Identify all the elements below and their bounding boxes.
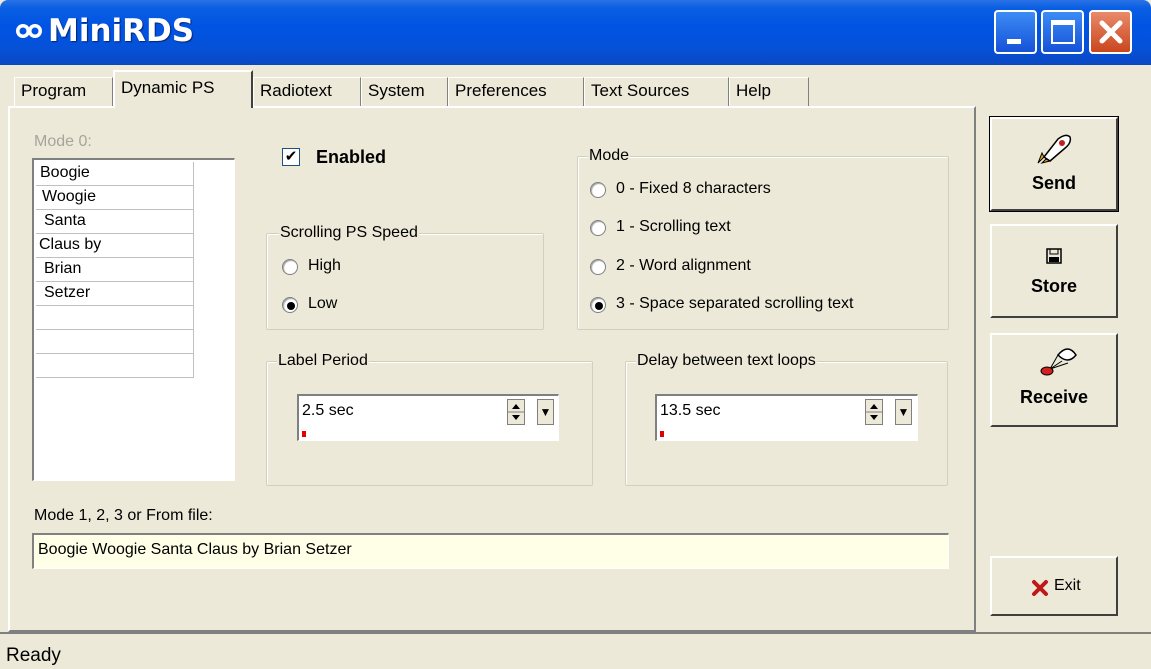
text-field-label: Mode 1, 2, 3 or From file: [34,507,213,524]
maximize-icon [1051,20,1075,44]
send-label: Send [1031,173,1076,193]
label-period-field[interactable]: 2.5 sec ▼ [297,394,559,441]
parachute-icon [1040,348,1077,376]
tab-dynamic-ps[interactable]: Dynamic PS [113,70,253,108]
send-button[interactable]: Send [989,116,1119,212]
speed-low-label[interactable]: Low [308,295,337,313]
mode0-list[interactable]: Boogie Woogie Santa Claus by Brian Setze… [32,158,235,481]
tab-help[interactable]: Help [729,77,809,107]
mode-3-label[interactable]: 3 - Space separated scrolling text [616,295,853,313]
store-label: Store [1030,276,1077,296]
tab-system[interactable]: System [361,77,448,107]
maximize-button[interactable] [1041,10,1084,54]
label-period-title: Label Period [277,352,369,370]
close-button[interactable] [1089,10,1132,54]
mode-1-radio[interactable] [590,220,606,236]
list-item[interactable]: Boogie [36,162,194,186]
speed-low-radio[interactable] [282,297,298,313]
label-period-indicator [302,431,306,437]
list-item[interactable]: Woogie [36,186,194,210]
exit-label: Exit [1054,577,1081,594]
tab-program[interactable]: Program [14,77,113,107]
delay-loops-value: 13.5 sec [660,402,721,419]
delay-loops-title: Delay between text loops [636,352,817,370]
window-title: MiniRDS [48,13,195,49]
red-x-icon [1032,580,1048,596]
mode-title: Mode [588,147,631,165]
tab-radiotext[interactable]: Radiotext [253,77,361,107]
delay-loops-dropdown[interactable]: ▼ [895,399,912,425]
spinner-arrows-icon [508,404,524,420]
speed-high-radio[interactable] [282,259,298,275]
tab-text-sources[interactable]: Text Sources [584,77,729,107]
scrolling-speed-title: Scrolling PS Speed [279,224,419,242]
enabled-label[interactable]: Enabled [316,147,386,168]
list-item[interactable] [36,306,194,330]
delay-loops-spinner[interactable] [865,399,883,425]
list-item[interactable] [36,354,194,378]
floppy-disk-icon [1046,248,1062,264]
tab-preferences[interactable]: Preferences [448,77,584,107]
close-icon [1099,20,1123,44]
status-text: Ready [6,645,61,666]
text-input-value: Boogie Woogie Santa Claus by Brian Setze… [38,541,352,558]
minimize-icon [1007,39,1021,44]
receive-button[interactable]: Receive [990,333,1118,427]
mode-0-radio[interactable] [590,182,606,198]
mode0-label: Mode 0: [34,133,92,150]
list-item[interactable]: Claus by [36,234,194,258]
store-button[interactable]: Store [990,224,1118,318]
mode-2-radio[interactable] [590,259,606,275]
text-input[interactable]: Boogie Woogie Santa Claus by Brian Setze… [32,533,949,569]
delay-loops-field[interactable]: 13.5 sec ▼ [655,394,918,441]
mode-0-label[interactable]: 0 - Fixed 8 characters [616,180,771,198]
label-period-value: 2.5 sec [302,402,354,419]
list-item[interactable]: Setzer [36,282,194,306]
list-item[interactable]: Brian [36,258,194,282]
list-item[interactable]: Santa [36,210,194,234]
mode-2-label[interactable]: 2 - Word alignment [616,257,751,275]
label-period-spinner[interactable] [507,399,525,425]
speed-high-label[interactable]: High [308,257,341,275]
scrolling-speed-group [266,233,544,330]
minimize-button[interactable] [994,10,1037,54]
status-bar [0,632,1151,669]
exit-button[interactable]: Exit [990,556,1118,616]
app-logo-icon [16,24,42,38]
mode-1-label[interactable]: 1 - Scrolling text [616,218,731,236]
rocket-icon [1037,134,1072,164]
enabled-checkbox[interactable]: ✔ [282,148,300,166]
spinner-arrows-icon [866,404,882,420]
list-item[interactable] [36,330,194,354]
delay-loops-indicator [660,431,664,437]
receive-label: Receive [1019,387,1089,407]
mode-3-radio[interactable] [590,297,606,313]
label-period-dropdown[interactable]: ▼ [537,399,554,425]
